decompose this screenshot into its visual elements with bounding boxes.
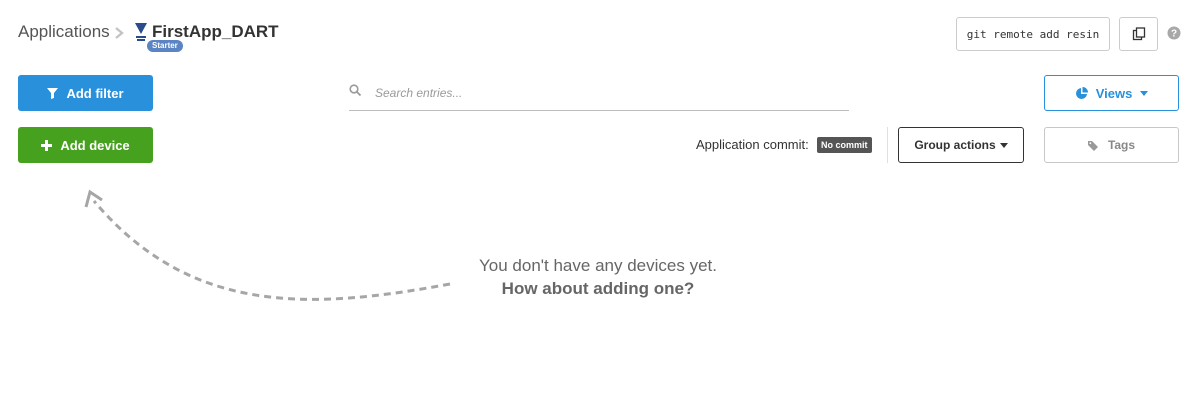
add-filter-label: Add filter [66, 85, 124, 101]
search-icon [349, 84, 361, 96]
device-type-icon [135, 23, 147, 41]
help-icon[interactable]: ? [1167, 26, 1181, 40]
plus-icon [41, 139, 53, 151]
views-label: Views [1095, 85, 1133, 101]
tags-label: Tags [1107, 138, 1136, 152]
toolbar-divider [887, 127, 888, 163]
add-filter-button[interactable]: Add filter [18, 75, 153, 111]
svg-text:?: ? [1171, 29, 1177, 40]
copy-button[interactable] [1119, 17, 1158, 51]
empty-state-prompt: How about adding one? [501, 279, 695, 298]
pie-chart-icon [1075, 86, 1088, 99]
tags-icon [1087, 140, 1098, 151]
git-remote-command[interactable]: git remote add resin [956, 17, 1110, 51]
empty-state-message: You don't have any devices yet. [479, 256, 717, 275]
add-device-label: Add device [60, 137, 130, 153]
add-device-button[interactable]: Add device [18, 127, 153, 163]
views-dropdown[interactable]: Views [1044, 75, 1179, 111]
application-commit-label: Application commit: [696, 137, 809, 152]
caret-down-icon [999, 142, 1008, 148]
search-bar[interactable] [349, 80, 849, 111]
group-actions-label: Group actions [914, 138, 996, 152]
commit-badge: No commit [817, 137, 872, 153]
caret-down-icon [1140, 90, 1149, 96]
filter-icon [47, 87, 59, 99]
breadcrumb-applications[interactable]: Applications [18, 22, 110, 42]
plan-badge: Starter [147, 40, 183, 52]
dashed-arrow-icon [84, 189, 451, 301]
chevron-right-icon [115, 27, 124, 39]
app-name[interactable]: FirstApp_DART [152, 22, 279, 42]
copy-icon [1132, 27, 1145, 41]
search-input[interactable] [373, 80, 847, 106]
tags-button[interactable]: Tags [1044, 127, 1179, 163]
group-actions-button[interactable]: Group actions [898, 127, 1024, 163]
